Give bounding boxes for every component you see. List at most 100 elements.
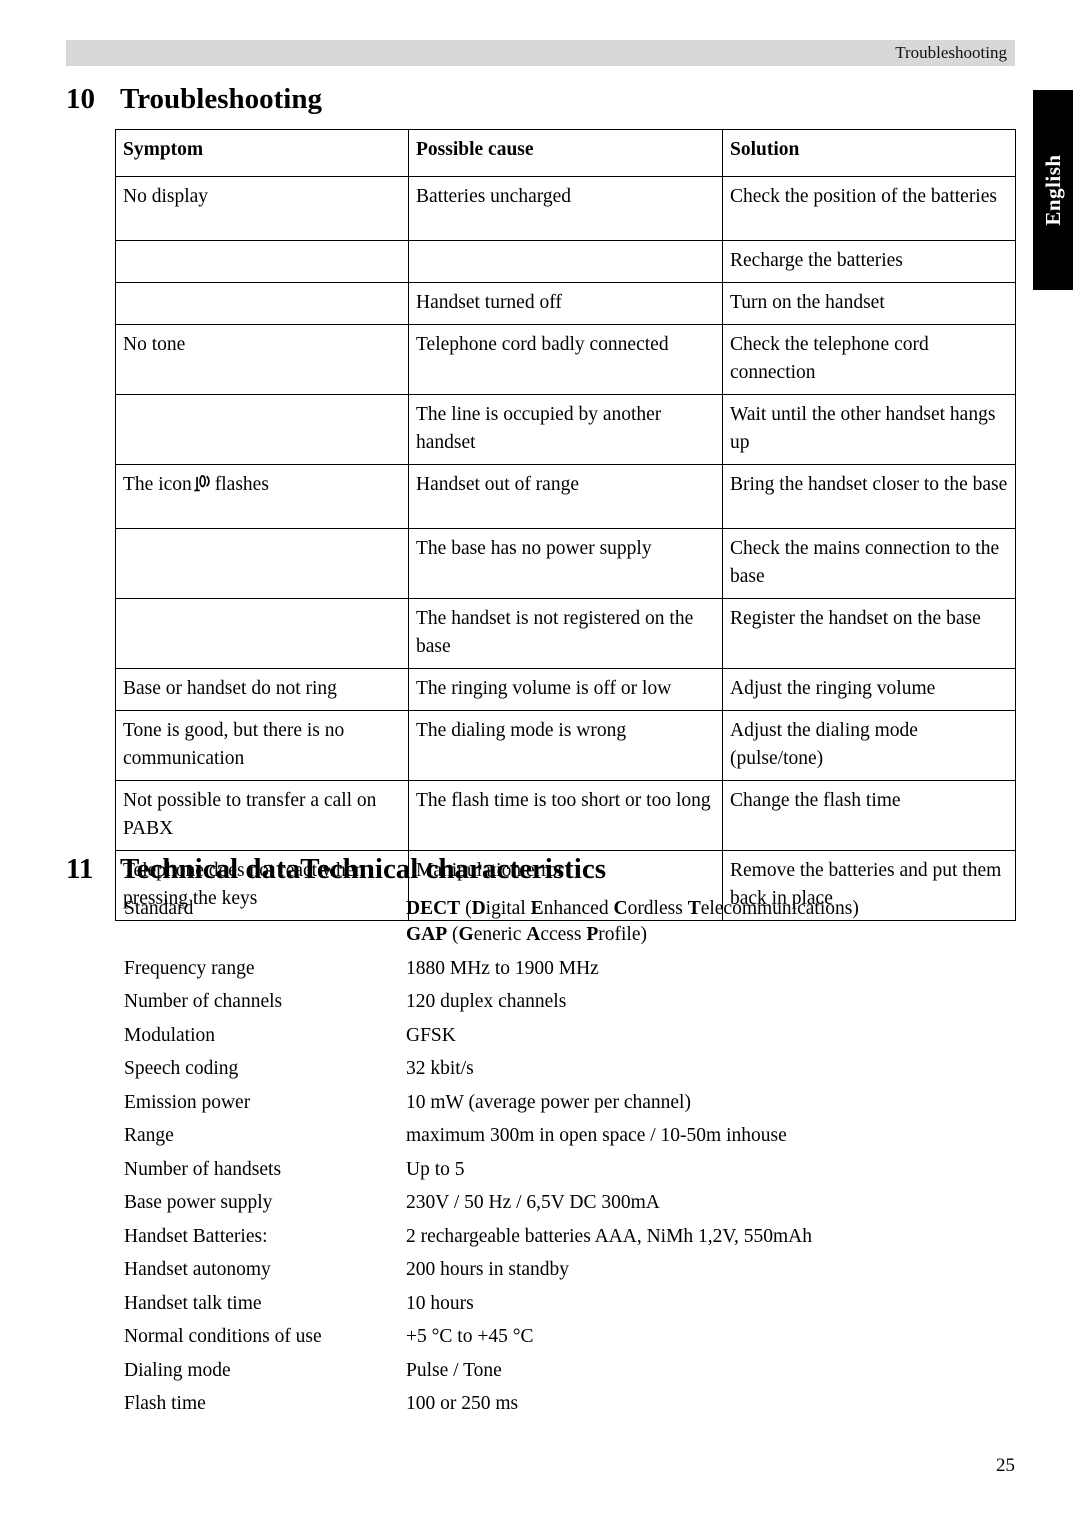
spec-value: 100 or 250 ms <box>406 1393 519 1414</box>
spec-value-line-dect: DECT (Digital Enhanced Cordless Telecomm… <box>406 898 859 919</box>
spec-value: maximum 300m in open space / 10-50m inho… <box>406 1125 787 1146</box>
section-number-technical: 11 <box>66 853 94 885</box>
cell-cause: Batteries uncharged <box>408 176 723 241</box>
cell-cause: The line is occupied by another handset <box>408 394 723 465</box>
column-header-possible-cause: Possible cause <box>408 129 723 177</box>
page-title-troubleshooting: 10 Troubleshooting <box>66 82 322 116</box>
spec-value: +5 °C to +45 °C <box>406 1326 534 1347</box>
column-header-solution: Solution <box>722 129 1016 177</box>
spec-label: Number of handsets <box>124 1158 282 1180</box>
cell-symptom: Tone is good, but there is no communicat… <box>115 710 409 781</box>
spec-row-frequency-range: Frequency range 1880 MHz to 1900 MHz <box>124 956 1024 982</box>
spec-row-number-of-handsets: Number of handsets Up to 5 <box>124 1157 1024 1183</box>
spec-label: Base power supply <box>124 1192 273 1213</box>
technical-specifications-list: Standard DECT (Digital Enhanced Cordless… <box>124 896 1024 1425</box>
spec-label: Frequency range <box>124 957 255 979</box>
table-row: No tone Telephone cord badly connected C… <box>115 324 1016 395</box>
cell-symptom <box>115 528 409 599</box>
cell-cause: Telephone cord badly connected <box>408 324 723 395</box>
troubleshooting-table: Symptom Possible cause Solution No displ… <box>115 129 1016 921</box>
spec-label: Standard <box>124 898 194 919</box>
cell-symptom-prefix: The icon <box>123 474 192 495</box>
spec-row-normal-conditions-of-use: Normal conditions of use +5 °C to +45 °C <box>124 1324 1024 1350</box>
spec-row-flash-time: Flash time 100 or 250 ms <box>124 1391 1024 1417</box>
spec-value: 200 hours in standby <box>406 1259 570 1280</box>
table-row: The handset is not registered on the bas… <box>115 598 1016 669</box>
spec-label: Handset talk time <box>124 1292 262 1314</box>
spec-row-handset-talk-time: Handset talk time 10 hours <box>124 1291 1024 1317</box>
cell-symptom <box>115 598 409 669</box>
language-tab-label: English <box>1040 154 1065 226</box>
spec-value: Up to 5 <box>406 1158 465 1180</box>
cell-cause: Handset out of range <box>408 464 723 529</box>
cell-solution: Check the position of the batteries <box>722 176 1016 241</box>
spec-value-line-gap: GAP (Generic Access Profile) <box>406 924 648 945</box>
section-number-troubleshooting: 10 <box>66 83 95 115</box>
page-title-technical-data: 11 Technical dataTechnical characteristic… <box>66 852 606 886</box>
spec-value: 230V / 50 Hz / 6,5V DC 300mA <box>406 1192 660 1213</box>
spec-label: Handset autonomy <box>124 1259 271 1280</box>
table-row: No display Batteries uncharged Check the… <box>115 176 1016 241</box>
cell-solution: Check the mains connection to the base <box>722 528 1016 599</box>
spec-value: 2 rechargeable batteries AAA, NiMh 1,2V,… <box>406 1225 812 1247</box>
spec-row-dialing-mode: Dialing mode Pulse / Tone <box>124 1358 1024 1384</box>
spec-value: DECT (Digital Enhanced Cordless Telecomm… <box>406 896 1024 948</box>
spec-label: Flash time <box>124 1393 206 1414</box>
cell-symptom <box>115 394 409 465</box>
table-row: Base or handset do not ring The ringing … <box>115 668 1016 711</box>
cell-cause: The flash time is too short or too long <box>408 780 723 851</box>
cell-solution: Register the handset on the base <box>722 598 1016 669</box>
cell-solution: Turn on the handset <box>722 282 1016 325</box>
spec-label: Speech coding <box>124 1058 239 1079</box>
spec-value: 10 mW (average power per channel) <box>406 1091 691 1113</box>
spec-label: Range <box>124 1125 174 1146</box>
spec-row-handset-autonomy: Handset autonomy 200 hours in standby <box>124 1257 1024 1283</box>
cell-symptom: No tone <box>115 324 409 395</box>
running-header-band: Troubleshooting <box>66 40 1015 66</box>
table-row: The line is occupied by another handset … <box>115 394 1016 465</box>
table-row: Tone is good, but there is no communicat… <box>115 710 1016 781</box>
spec-value: 1880 MHz to 1900 MHz <box>406 957 599 979</box>
spec-value: 10 hours <box>406 1292 474 1314</box>
cell-cause: The ringing volume is off or low <box>408 668 723 711</box>
spec-value: Pulse / Tone <box>406 1359 502 1381</box>
table-row: Not possible to transfer a call on PABX … <box>115 780 1016 851</box>
spec-label: Handset Batteries: <box>124 1225 268 1247</box>
cell-symptom-suffix: flashes <box>214 474 269 495</box>
spec-label: Normal conditions of use <box>124 1326 322 1347</box>
column-header-symptom: Symptom <box>115 129 409 177</box>
table-row: Handset turned off Turn on the handset <box>115 282 1016 325</box>
cell-symptom: No display <box>115 176 409 241</box>
spec-label: Modulation <box>124 1024 215 1046</box>
table-row: Recharge the batteries <box>115 240 1016 283</box>
cell-symptom-icon-row: The icon flashes <box>115 464 409 529</box>
table-header-row: Symptom Possible cause Solution <box>115 129 1016 177</box>
cell-symptom: Not possible to transfer a call on PABX <box>115 780 409 851</box>
spec-row-base-power-supply: Base power supply 230V / 50 Hz / 6,5V DC… <box>124 1190 1024 1216</box>
spec-value: GFSK <box>406 1024 456 1046</box>
cell-symptom: Base or handset do not ring <box>115 668 409 711</box>
page-number: 25 <box>996 1455 1015 1476</box>
cell-solution: Adjust the dialing mode (pulse/tone) <box>722 710 1016 781</box>
cell-symptom <box>115 240 409 283</box>
table-row: The icon flashes Handset out of range Bri… <box>115 464 1016 529</box>
cell-solution: Recharge the batteries <box>722 240 1016 283</box>
spec-label: Number of channels <box>124 991 283 1012</box>
language-tab-english: English <box>1033 90 1073 290</box>
cell-solution: Bring the handset closer to the base <box>722 464 1016 529</box>
spec-value: 32 kbit/s <box>406 1058 474 1079</box>
spec-value: 120 duplex channels <box>406 991 567 1012</box>
spec-row-modulation: Modulation GFSK <box>124 1023 1024 1049</box>
cell-cause <box>408 240 723 283</box>
antenna-signal-icon <box>194 474 211 493</box>
spec-row-speech-coding: Speech coding 32 kbit/s <box>124 1056 1024 1082</box>
section-title-troubleshooting: Troubleshooting <box>120 83 322 115</box>
cell-solution: Change the flash time <box>722 780 1016 851</box>
cell-solution: Adjust the ringing volume <box>722 668 1016 711</box>
spec-row-number-of-channels: Number of channels 120 duplex channels <box>124 989 1024 1015</box>
cell-solution: Check the telephone cord connection <box>722 324 1016 395</box>
table-row: The base has no power supply Check the m… <box>115 528 1016 599</box>
cell-cause: The base has no power supply <box>408 528 723 599</box>
cell-cause: The handset is not registered on the bas… <box>408 598 723 669</box>
spec-row-handset-batteries: Handset Batteries: 2 rechargeable batter… <box>124 1224 1024 1250</box>
